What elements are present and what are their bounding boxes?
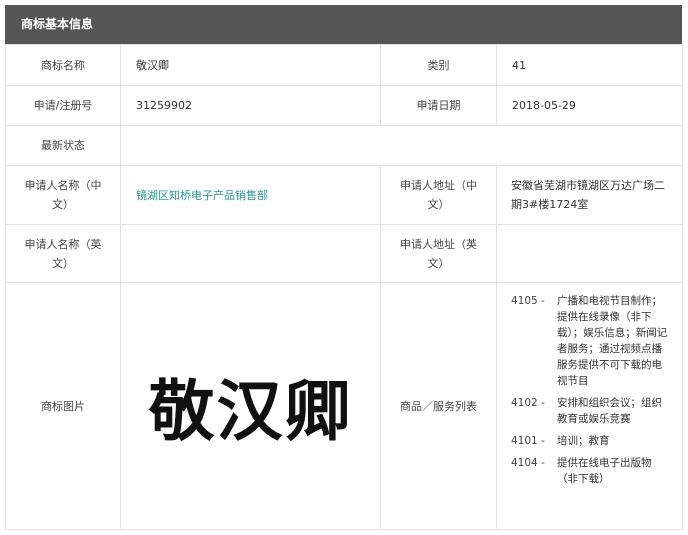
trademark-image: 敬汉卿 bbox=[148, 373, 353, 450]
list-item: 4101 - 培训；教育 bbox=[511, 433, 672, 449]
applicant-name-en-label: 申请人名称（英文） bbox=[5, 224, 121, 283]
service-code: 4105 - bbox=[511, 295, 545, 307]
trademark-image-cell: 敬汉卿 bbox=[120, 282, 381, 530]
applicant-name-cn-link[interactable]: 镜湖区知桥电子产品销售部 bbox=[136, 189, 268, 202]
table-row: 商标名称 敬汉卿 类别 41 bbox=[5, 44, 683, 86]
service-text: 提供在线电子出版物（非下载） bbox=[557, 457, 652, 485]
table-row: 申请/注册号 31259902 申请日期 2018-05-29 bbox=[5, 85, 683, 126]
table-row: 最新状态 bbox=[5, 125, 683, 166]
list-item: 4105 - 广播和电视节目制作；提供在线录像（非下载）；娱乐信息；新闻记者服务… bbox=[511, 293, 672, 389]
applicant-name-en-value bbox=[120, 224, 381, 283]
service-text: 广播和电视节目制作；提供在线录像（非下载）；娱乐信息；新闻记者服务；通过视频点播… bbox=[557, 295, 668, 387]
applicant-name-cn-label: 申请人名称（中文） bbox=[5, 165, 121, 225]
table-row: 商标图片 敬汉卿 商品／服务列表 4105 - 广播和电视节目制作；提供在线录像… bbox=[5, 282, 683, 530]
applicant-address-cn-value: 安徽省芜湖市镜湖区万达广场二期3#楼1724室 bbox=[496, 165, 683, 225]
service-code: 4104 - bbox=[511, 457, 545, 469]
panel-header: 商标基本信息 bbox=[5, 5, 682, 44]
service-text: 培训；教育 bbox=[557, 435, 610, 447]
trademark-image-label: 商标图片 bbox=[5, 282, 121, 530]
applicant-address-en-label: 申请人地址（英文） bbox=[380, 224, 497, 283]
apply-date-label: 申请日期 bbox=[380, 85, 497, 126]
reg-number-value: 31259902 bbox=[120, 85, 381, 126]
trademark-name-value: 敬汉卿 bbox=[120, 44, 381, 86]
applicant-address-cn-label: 申请人地址（中文） bbox=[380, 165, 497, 225]
trademark-name-label: 商标名称 bbox=[5, 44, 121, 86]
services-label: 商品／服务列表 bbox=[380, 282, 497, 530]
service-text: 安排和组织会议；组织教育或娱乐竞赛 bbox=[557, 397, 662, 425]
status-value bbox=[120, 125, 683, 166]
service-code: 4101 - bbox=[511, 435, 545, 447]
list-item: 4104 - 提供在线电子出版物（非下载） bbox=[511, 455, 672, 487]
trademark-info-table: 商标名称 敬汉卿 类别 41 申请/注册号 31259902 申请日期 2018… bbox=[5, 44, 683, 530]
list-item: 4102 - 安排和组织会议；组织教育或娱乐竞赛 bbox=[511, 395, 672, 427]
class-label: 类别 bbox=[380, 44, 497, 86]
table-row: 申请人名称（中文） 镜湖区知桥电子产品销售部 申请人地址（中文） 安徽省芜湖市镜… bbox=[5, 165, 683, 225]
applicant-name-cn-cell: 镜湖区知桥电子产品销售部 bbox=[120, 165, 381, 225]
reg-number-label: 申请/注册号 bbox=[5, 85, 121, 126]
services-list: 4105 - 广播和电视节目制作；提供在线录像（非下载）；娱乐信息；新闻记者服务… bbox=[511, 293, 672, 487]
trademark-info-panel: 商标基本信息 商标名称 敬汉卿 类别 41 申请/注册号 31259902 申请… bbox=[5, 5, 683, 530]
applicant-address-en-value bbox=[496, 224, 683, 283]
status-label: 最新状态 bbox=[5, 125, 121, 166]
class-value: 41 bbox=[496, 44, 683, 86]
services-cell: 4105 - 广播和电视节目制作；提供在线录像（非下载）；娱乐信息；新闻记者服务… bbox=[496, 282, 683, 530]
apply-date-value: 2018-05-29 bbox=[496, 85, 683, 126]
table-row: 申请人名称（英文） 申请人地址（英文） bbox=[5, 224, 683, 283]
service-code: 4102 - bbox=[511, 397, 545, 409]
